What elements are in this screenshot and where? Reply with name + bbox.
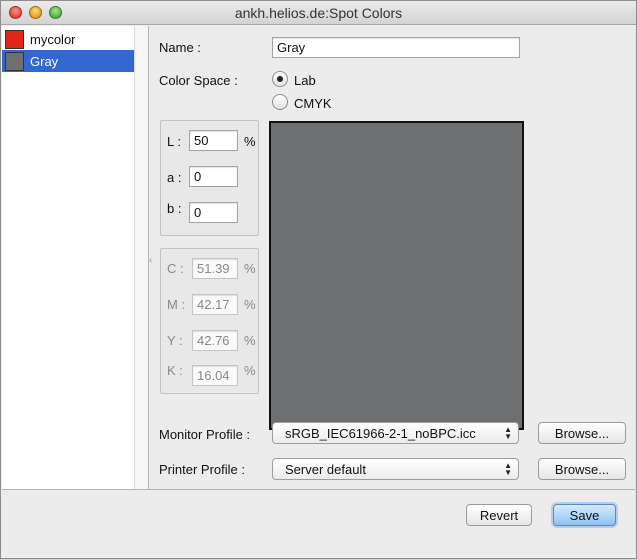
a-label: a : bbox=[167, 170, 182, 185]
popup-arrows-icon: ▲ ▼ bbox=[504, 425, 512, 441]
list-item-gray[interactable]: Gray bbox=[2, 50, 134, 72]
list-scrollbar[interactable] bbox=[134, 26, 148, 489]
printer-profile-label: Printer Profile : bbox=[159, 462, 245, 477]
y-unit: % bbox=[244, 333, 256, 348]
radio-selected-dot-icon bbox=[277, 76, 283, 82]
y-label: Y : bbox=[167, 333, 183, 348]
l-label: L : bbox=[167, 134, 181, 149]
m-label: M : bbox=[167, 297, 186, 312]
name-label: Name : bbox=[159, 40, 201, 55]
m-value-field: 42.17 bbox=[192, 294, 238, 315]
b-label: b : bbox=[167, 201, 182, 216]
l-unit: % bbox=[244, 134, 256, 149]
c-label: C : bbox=[167, 261, 184, 276]
c-unit: % bbox=[244, 261, 256, 276]
spot-colors-window: ankh.helios.de:Spot Colors mycolor Gray … bbox=[0, 0, 637, 559]
radio-lab[interactable] bbox=[272, 71, 288, 87]
l-value-field[interactable]: 50 bbox=[189, 130, 238, 151]
monitor-profile-value: sRGB_IEC61966-2-1_noBPC.icc bbox=[285, 426, 476, 441]
color-preview bbox=[269, 121, 524, 430]
monitor-profile-select[interactable]: sRGB_IEC61966-2-1_noBPC.icc ▲ ▼ bbox=[272, 422, 519, 444]
c-value-field: 51.39 bbox=[192, 258, 238, 279]
revert-button[interactable]: Revert bbox=[466, 504, 532, 526]
list-item-mycolor[interactable]: mycolor bbox=[2, 28, 134, 50]
list-item-label: mycolor bbox=[30, 31, 76, 47]
b-value-field[interactable]: 0 bbox=[189, 202, 238, 223]
radio-lab-label: Lab bbox=[294, 73, 316, 88]
k-unit: % bbox=[244, 363, 256, 378]
monitor-profile-label: Monitor Profile : bbox=[159, 427, 251, 442]
spot-color-list: mycolor Gray bbox=[2, 26, 149, 489]
a-value-field[interactable]: 0 bbox=[189, 166, 238, 187]
k-value-field: 16.04 bbox=[192, 365, 238, 386]
color-swatch-icon bbox=[5, 51, 24, 71]
list-item-label: Gray bbox=[30, 53, 59, 69]
printer-profile-value: Server default bbox=[285, 462, 366, 477]
split-grip-icon[interactable]: ‹ bbox=[149, 255, 152, 266]
printer-profile-select[interactable]: Server default ▲ ▼ bbox=[272, 458, 519, 480]
printer-browse-button[interactable]: Browse... bbox=[538, 458, 626, 480]
color-space-label: Color Space : bbox=[159, 73, 238, 88]
m-unit: % bbox=[244, 297, 256, 312]
k-label: K : bbox=[167, 363, 183, 378]
save-button[interactable]: Save bbox=[553, 504, 616, 526]
radio-cmyk-label: CMYK bbox=[294, 96, 332, 111]
name-field[interactable]: Gray bbox=[272, 37, 520, 58]
radio-cmyk[interactable] bbox=[272, 94, 288, 110]
title-bar: ankh.helios.de:Spot Colors bbox=[1, 1, 636, 25]
popup-arrows-icon: ▲ ▼ bbox=[504, 461, 512, 477]
color-swatch-icon bbox=[5, 29, 24, 49]
window-title: ankh.helios.de:Spot Colors bbox=[234, 5, 403, 21]
y-value-field: 42.76 bbox=[192, 330, 238, 351]
footer-divider bbox=[2, 489, 637, 490]
monitor-browse-button[interactable]: Browse... bbox=[538, 422, 626, 444]
